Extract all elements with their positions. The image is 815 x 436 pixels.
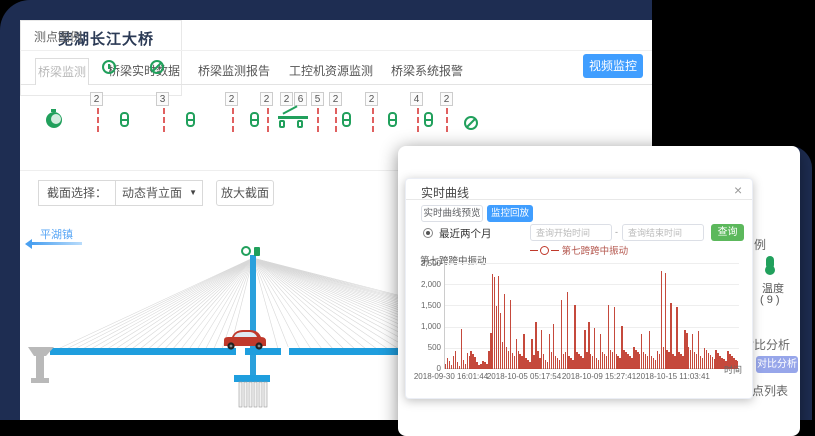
search-button[interactable]: 查询 [711,224,744,241]
x-tick: 2018-10-15 11:03:41 [636,372,710,381]
chain-sensor-icon[interactable] [342,112,351,127]
section-select-group: 截面选择： 动态背立面 ▼ [38,180,203,206]
tab-realtime-data[interactable]: 桥梁实时数据 [105,58,183,85]
range-radio[interactable] [423,228,433,238]
section-select-dropdown[interactable]: 动态背立面 ▼ [116,181,202,205]
timer-sensor-icon[interactable] [46,112,62,128]
y-tick: 500 [408,343,441,352]
x-tick: 2018-10-05 05:17:54 [487,372,561,381]
chain-sensor-icon[interactable] [424,112,433,127]
sensor-dash-line [317,108,319,132]
sensor-dash-line [97,108,99,132]
start-time-input[interactable] [530,224,612,241]
sensor-count-badge: 2 [280,92,293,106]
sensor-dash-line [267,108,269,132]
tab-monitor-playback[interactable]: 监控回放 [487,205,533,222]
sensor-count-badge: 4 [410,92,423,106]
x-tick: 2018-10-09 15:27:41 [562,372,636,381]
sensor-count-badge: 2 [90,92,103,106]
sensor-count-badge: 2 [329,92,342,106]
end-time-input[interactable] [622,224,704,241]
chain-sensor-icon[interactable] [120,112,129,127]
sensor-dash-line [163,108,165,132]
y-tick: 2,000 [408,280,441,289]
y-tick: 1,500 [408,301,441,310]
sensor-count-badge: 3 [156,92,169,106]
sensor-count-badge: 2 [365,92,378,106]
sensor-dash-line [335,108,337,132]
tab-monitor-report[interactable]: 桥梁监测报告 [195,58,273,85]
x-tick: 2018-09-30 16:01:44 [414,372,488,381]
bearing-sensor-icon[interactable] [276,110,312,128]
sensor-dash-line [417,108,419,132]
gps-sensor-icon [254,247,260,256]
range-separator: - [615,227,618,237]
legend-label: 第七跨跨中振动 [562,246,629,257]
section-select-value: 动态背立面 [122,186,182,200]
sensor-count-badge: 2 [440,92,453,106]
video-monitor-button[interactable]: 视频监控 [583,54,643,78]
section-select-label: 截面选择： [39,181,116,205]
sensor-dash-line [372,108,374,132]
sensor-count-badge: 2 [260,92,273,106]
chain-sensor-icon[interactable] [250,112,259,127]
sensor-dash-line [232,108,234,132]
temperature-count: ( 9 ) [760,294,780,306]
chart-series [445,263,739,369]
chevron-down-icon: ▼ [189,181,197,205]
deck-joint [281,347,289,356]
range-radio-label: 最近两个月 [439,226,492,241]
close-icon[interactable]: × [734,182,742,198]
anemometer-icon [242,247,250,255]
y-tick: 2,500 [408,259,441,268]
tab-ipc-resource[interactable]: 工控机资源监测 [285,58,377,85]
car-icon [224,330,266,350]
tabbar-divider [20,84,652,85]
tab-system-alarm[interactable]: 桥梁系统报警 [388,58,466,85]
legend-panel-title: 测点图例 [34,28,82,45]
zoom-section-button[interactable]: 放大截面 [216,180,274,206]
clock-legend-icon [102,60,116,74]
sensor-count-badge: 2 [225,92,238,106]
thermometer-icon[interactable] [766,256,774,269]
legend-marker-icon [540,246,549,255]
compare-analysis-button[interactable]: 对比分析 [756,356,798,373]
direction-label: 平湖镇 [40,226,73,242]
divider [20,50,652,51]
chain-sensor-icon[interactable] [186,112,195,127]
divider [406,199,752,200]
y-tick: 1,000 [408,322,441,331]
tab-bridge-monitor[interactable]: 桥梁监测 [35,58,89,85]
deck-joint [236,347,245,356]
tower-foundation [234,375,270,407]
sensor-count-badge: 5 [311,92,324,106]
bridge-tower [250,255,256,378]
sensor-dash-line [446,108,448,132]
x-axis-label: 时间 [724,363,742,376]
disabled-sensor-icon[interactable] [464,116,478,130]
sensor-count-badge: 6 [294,92,307,106]
tab-curve-preview[interactable]: 实时曲线预览 [421,205,483,222]
realtime-curve-modal: 实时曲线 × 实时曲线预览 监控回放 最近两个月 - 查询 第七跨跨中振动 第七… [405,178,753,399]
chain-sensor-icon[interactable] [388,112,397,127]
disabled-legend-icon [150,60,164,74]
